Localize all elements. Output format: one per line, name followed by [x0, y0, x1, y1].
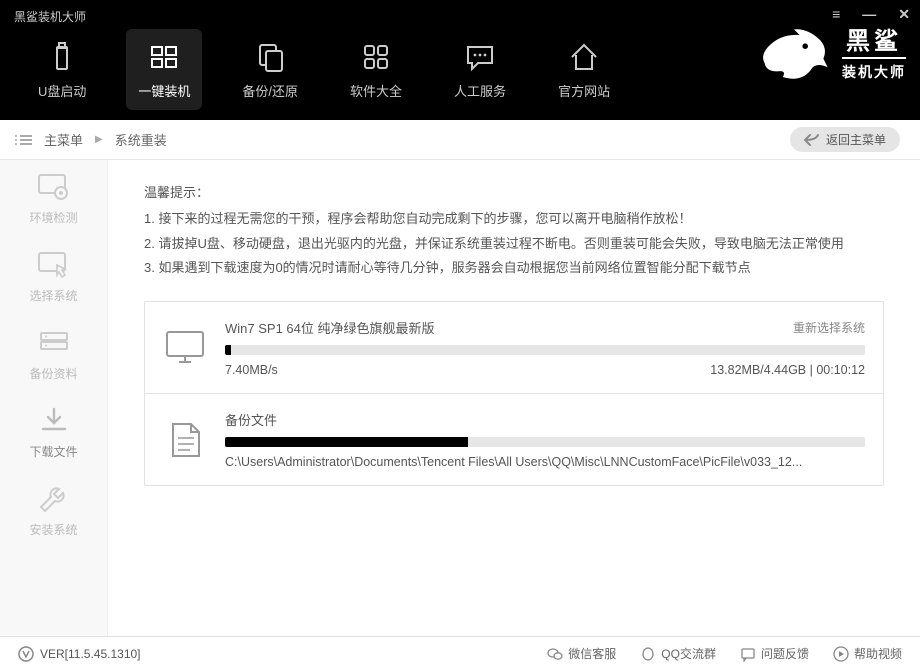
sidebar-item-install[interactable]: 安装系统: [0, 472, 107, 550]
back-icon: [804, 133, 820, 147]
header: 黑鲨装机大师 ≡ — ✕ U盘启动 一键装机 备份/还原: [0, 0, 920, 120]
tip-line: 2. 请拔掉U盘、移动硬盘，退出光驱内的光盘，并保证系统重装过程不断电。否则重装…: [144, 232, 884, 257]
wechat-icon: [547, 646, 563, 662]
logo: 黑鲨 装机大师: [754, 28, 906, 84]
copy-icon: [252, 39, 288, 75]
tips-title: 温馨提示：: [144, 182, 884, 201]
list-icon: [20, 135, 32, 145]
download-speed: 7.40MB/s: [225, 363, 278, 377]
foot-label: 微信客服: [568, 645, 616, 662]
foot-help-video[interactable]: 帮助视频: [833, 645, 902, 662]
nav-label: 备份/还原: [242, 81, 298, 100]
shark-icon: [754, 28, 834, 84]
home-icon: [566, 39, 602, 75]
minimize-icon[interactable]: —: [862, 6, 876, 23]
version-text: VER[11.5.45.1310]: [40, 647, 141, 661]
crumb-main[interactable]: 主菜单: [44, 130, 83, 149]
nav-one-click[interactable]: 一键装机: [126, 29, 202, 110]
side-label: 下载文件: [29, 443, 77, 460]
nav-usb-boot[interactable]: U盘启动: [26, 29, 98, 110]
cursor-monitor-icon: [37, 251, 71, 281]
download-name: Win7 SP1 64位 纯净绿色旗舰最新版: [225, 318, 435, 337]
tip-line: 1. 接下来的过程无需您的干预，程序会帮助您自动完成剩下的步骤，您可以离开电脑稍…: [144, 207, 884, 232]
content: 温馨提示： 1. 接下来的过程无需您的干预，程序会帮助您自动完成剩下的步骤，您可…: [108, 160, 920, 636]
reselect-system-link[interactable]: 重新选择系统: [793, 319, 865, 336]
chevron-right-icon: ▶: [95, 134, 103, 145]
menu-icon[interactable]: ≡: [832, 6, 840, 23]
nav-official-site[interactable]: 官方网站: [546, 29, 622, 110]
nav-label: 软件大全: [350, 81, 402, 100]
body: 环境检测 选择系统 备份资料 下载文件 安装系统 温馨提: [0, 160, 920, 636]
wrench-icon: [37, 485, 71, 515]
foot-label: 帮助视频: [854, 645, 902, 662]
nav-label: U盘启动: [38, 81, 86, 100]
nav-label: 官方网站: [558, 81, 610, 100]
backup-name: 备份文件: [225, 410, 277, 429]
window-controls: ≡ — ✕: [832, 6, 910, 23]
qq-icon: [640, 646, 656, 662]
nav-software[interactable]: 软件大全: [338, 29, 414, 110]
sidebar-item-backup-data[interactable]: 备份资料: [0, 316, 107, 394]
sidebar: 环境检测 选择系统 备份资料 下载文件 安装系统: [0, 160, 108, 636]
close-icon[interactable]: ✕: [898, 6, 910, 23]
sidebar-item-env-check[interactable]: 环境检测: [0, 160, 107, 238]
backup-row: 备份文件 C:\Users\Administrator\Documents\Te…: [145, 393, 883, 485]
windows-icon: [146, 39, 182, 75]
side-label: 环境检测: [29, 209, 77, 226]
crumb-current: 系统重装: [115, 130, 167, 149]
foot-feedback[interactable]: 问题反馈: [740, 645, 809, 662]
footer: VER[11.5.45.1310] 微信客服 QQ交流群 问题反馈 帮助视频: [0, 636, 920, 670]
nav-label: 一键装机: [138, 81, 190, 100]
task-panel: Win7 SP1 64位 纯净绿色旗舰最新版 重新选择系统 7.40MB/s 1…: [144, 301, 884, 486]
backup-progress: [225, 437, 865, 447]
tip-line: 3. 如果遇到下载速度为0的情况时请耐心等待几分钟，服务器会自动根据您当前网络位…: [144, 256, 884, 281]
download-status: 13.82MB/4.44GB | 00:10:12: [710, 363, 865, 377]
foot-label: QQ交流群: [661, 645, 716, 662]
monitor-icon: [163, 328, 207, 368]
back-label: 返回主菜单: [826, 131, 886, 148]
foot-qq[interactable]: QQ交流群: [640, 645, 716, 662]
nav-label: 人工服务: [454, 81, 506, 100]
foot-wechat[interactable]: 微信客服: [547, 645, 616, 662]
version: VER[11.5.45.1310]: [18, 646, 141, 662]
sidebar-item-select-system[interactable]: 选择系统: [0, 238, 107, 316]
gear-monitor-icon: [37, 173, 71, 203]
tips-lines: 1. 接下来的过程无需您的干预，程序会帮助您自动完成剩下的步骤，您可以离开电脑稍…: [144, 207, 884, 281]
play-icon: [833, 646, 849, 662]
download-icon: [37, 407, 71, 437]
logo-line2: 装机大师: [842, 57, 906, 82]
app-title: 黑鲨装机大师: [14, 8, 86, 25]
backup-path: C:\Users\Administrator\Documents\Tencent…: [225, 455, 802, 469]
nav-manual-service[interactable]: 人工服务: [442, 29, 518, 110]
file-icon: [163, 420, 207, 460]
foot-label: 问题反馈: [761, 645, 809, 662]
usb-icon: [44, 39, 80, 75]
back-button[interactable]: 返回主菜单: [790, 127, 900, 152]
apps-icon: [358, 39, 394, 75]
chat-icon: [462, 39, 498, 75]
feedback-icon: [740, 646, 756, 662]
database-icon: [37, 329, 71, 359]
download-row: Win7 SP1 64位 纯净绿色旗舰最新版 重新选择系统 7.40MB/s 1…: [145, 302, 883, 393]
download-progress: [225, 345, 865, 355]
version-icon: [18, 646, 34, 662]
logo-line1: 黑鲨: [846, 30, 902, 54]
nav-backup-restore[interactable]: 备份/还原: [230, 29, 310, 110]
top-nav: U盘启动 一键装机 备份/还原 软件大全 人工服务: [26, 29, 622, 110]
breadcrumb: 主菜单 ▶ 系统重装 返回主菜单: [0, 120, 920, 160]
side-label: 选择系统: [29, 287, 77, 304]
side-label: 备份资料: [29, 365, 77, 382]
side-label: 安装系统: [29, 521, 77, 538]
sidebar-item-download[interactable]: 下载文件: [0, 394, 107, 472]
